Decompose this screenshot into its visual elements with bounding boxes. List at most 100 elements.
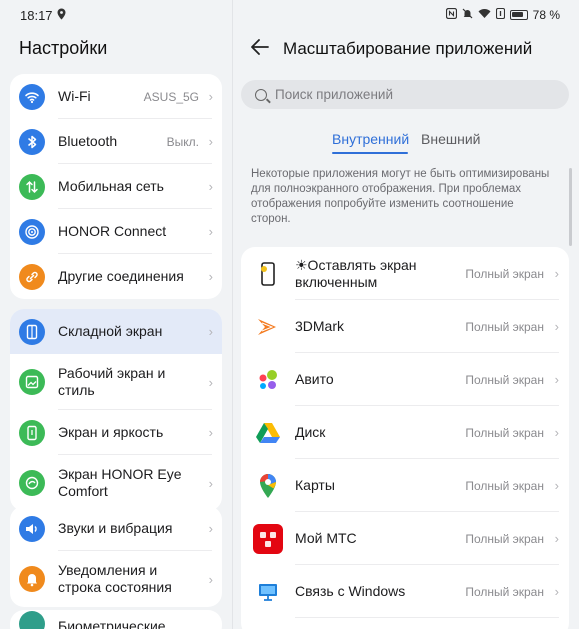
chevron-right-icon: › — [554, 584, 559, 599]
settings-item-other-connections[interactable]: Другие соединения › — [10, 254, 222, 299]
tab-external[interactable]: Внешний — [421, 131, 480, 147]
settings-item-label: Мобильная сеть — [58, 178, 164, 194]
notification-icon — [19, 566, 45, 592]
mute-icon — [462, 8, 473, 22]
link-icon — [19, 263, 45, 290]
app-name: 3DMark — [295, 318, 345, 334]
app-name: Мой МТС — [295, 530, 357, 546]
app-mode: Полный экран — [465, 478, 544, 493]
settings-item-label: HONOR Connect — [58, 223, 167, 239]
sound-icon — [19, 515, 45, 542]
chevron-right-icon: › — [208, 571, 213, 587]
battery-percent: 78 % — [532, 8, 560, 22]
wifi-icon — [19, 83, 45, 110]
search-icon — [255, 88, 267, 101]
chevron-right-icon: › — [208, 425, 213, 440]
settings-item-value: ASUS_5G — [143, 89, 199, 104]
app-mode: Полный экран — [465, 319, 544, 334]
chevron-right-icon: › — [554, 372, 559, 387]
settings-item-label: Рабочий экран и стиль — [58, 365, 166, 398]
clock: 18:17 — [20, 8, 53, 23]
screen-tabs: Внутренний Внешний — [233, 131, 579, 155]
list-item[interactable]: Мой МТС Полный экран › — [241, 512, 569, 565]
notice-text: Некоторые приложения могут не быть оптим… — [251, 168, 550, 225]
foldable-screen-icon — [19, 318, 45, 345]
link-to-windows-icon — [253, 576, 283, 607]
settings-group-display: Складной экран › Рабочий экран и стиль ›… — [10, 309, 222, 511]
battery-icon — [509, 10, 528, 20]
eye-comfort-icon — [19, 470, 45, 496]
biometrics-icon — [19, 611, 45, 629]
location-icon — [57, 8, 66, 23]
settings-item-label: Складной экран — [58, 323, 163, 339]
settings-item-label: Уведомления и строка состояния — [58, 562, 172, 595]
bluetooth-icon — [19, 128, 45, 155]
settings-item-foldable-screen[interactable]: Складной экран › — [10, 309, 222, 354]
app-list: ☀Оставлять экран включенным Полный экран… — [241, 247, 569, 629]
wifi-status-icon — [478, 8, 491, 22]
settings-item-sound-vibration[interactable]: Звуки и вибрация › — [10, 506, 222, 551]
list-item[interactable]: Связь с Windows Полный экран › — [241, 565, 569, 618]
settings-item-label: Другие соединения — [58, 268, 184, 284]
settings-item-label: Экран и яркость — [58, 424, 164, 440]
search-placeholder: Поиск приложений — [275, 87, 393, 102]
app-mode: Полный экран — [465, 531, 544, 546]
page-title: Настройки — [19, 38, 108, 58]
search-input[interactable]: Поиск приложений — [241, 80, 569, 109]
settings-item-label: Wi-Fi — [58, 88, 91, 104]
list-item[interactable]: 3DMark Полный экран › — [241, 300, 569, 353]
3dmark-icon — [253, 311, 283, 342]
mts-icon — [253, 523, 283, 554]
scrollbar[interactable] — [569, 168, 572, 246]
list-item[interactable]: Авито Полный экран › — [241, 353, 569, 406]
honor-connect-icon — [19, 218, 45, 245]
settings-item-mobile-network[interactable]: Мобильная сеть › — [10, 164, 222, 209]
settings-item-bluetooth[interactable]: Bluetooth Выкл. › — [10, 119, 222, 164]
chevron-right-icon: › — [208, 179, 213, 194]
tab-internal[interactable]: Внутренний — [332, 131, 409, 147]
app-name: Связь с Windows — [295, 583, 406, 599]
chevron-right-icon: › — [554, 266, 559, 281]
status-icons: 78 % — [445, 7, 560, 22]
settings-group-security: Биометрические — [10, 610, 222, 629]
settings-item-value: Выкл. — [166, 134, 199, 149]
nfc-icon — [445, 7, 457, 22]
google-drive-icon — [253, 417, 283, 448]
settings-item-label: Звуки и вибрация — [58, 520, 173, 536]
settings-panel: Настройки Wi-Fi ASUS_5G › Bluetooth Выкл… — [0, 0, 232, 629]
app-name: ☀Оставлять экран включенным — [295, 256, 417, 290]
list-item[interactable]: Диск Полный экран › — [241, 406, 569, 459]
chevron-right-icon: › — [208, 475, 213, 491]
settings-item-biometrics[interactable]: Биометрические — [10, 610, 222, 629]
chevron-right-icon: › — [208, 89, 213, 104]
settings-item-eye-comfort[interactable]: Экран HONOR Eye Comfort › — [10, 455, 222, 511]
back-arrow-icon[interactable] — [250, 38, 270, 62]
home-screen-icon — [19, 369, 45, 395]
app-mode: Полный экран — [465, 584, 544, 599]
keep-screen-on-icon — [253, 258, 283, 289]
chevron-right-icon: › — [208, 134, 213, 149]
settings-item-wifi[interactable]: Wi-Fi ASUS_5G › — [10, 74, 222, 119]
settings-item-honor-connect[interactable]: HONOR Connect › — [10, 209, 222, 254]
settings-item-display-brightness[interactable]: Экран и яркость › — [10, 410, 222, 455]
divider — [295, 617, 559, 618]
settings-group-sound: Звуки и вибрация › Уведомления и строка … — [10, 506, 222, 607]
chevron-right-icon: › — [554, 425, 559, 440]
settings-item-label: Биометрические — [58, 618, 166, 629]
app-mode: Полный экран — [465, 372, 544, 387]
list-item[interactable]: Карты Полный экран › — [241, 459, 569, 512]
signal-icon — [495, 7, 505, 22]
settings-item-notifications[interactable]: Уведомления и строка состояния › — [10, 551, 222, 607]
status-time: 18:17 — [20, 8, 66, 23]
status-bar: 18:17 78 % — [0, 0, 579, 30]
settings-item-home-screen[interactable]: Рабочий экран и стиль › — [10, 354, 222, 410]
settings-item-label: Bluetooth — [58, 133, 118, 149]
app-name: Карты — [295, 477, 335, 493]
app-mode: Полный экран — [465, 425, 544, 440]
app-name: Диск — [295, 424, 326, 440]
chevron-right-icon: › — [208, 374, 213, 390]
chevron-right-icon: › — [554, 531, 559, 546]
chevron-right-icon: › — [554, 478, 559, 493]
list-item[interactable]: ☀Оставлять экран включенным Полный экран… — [241, 247, 569, 300]
chevron-right-icon: › — [554, 319, 559, 334]
